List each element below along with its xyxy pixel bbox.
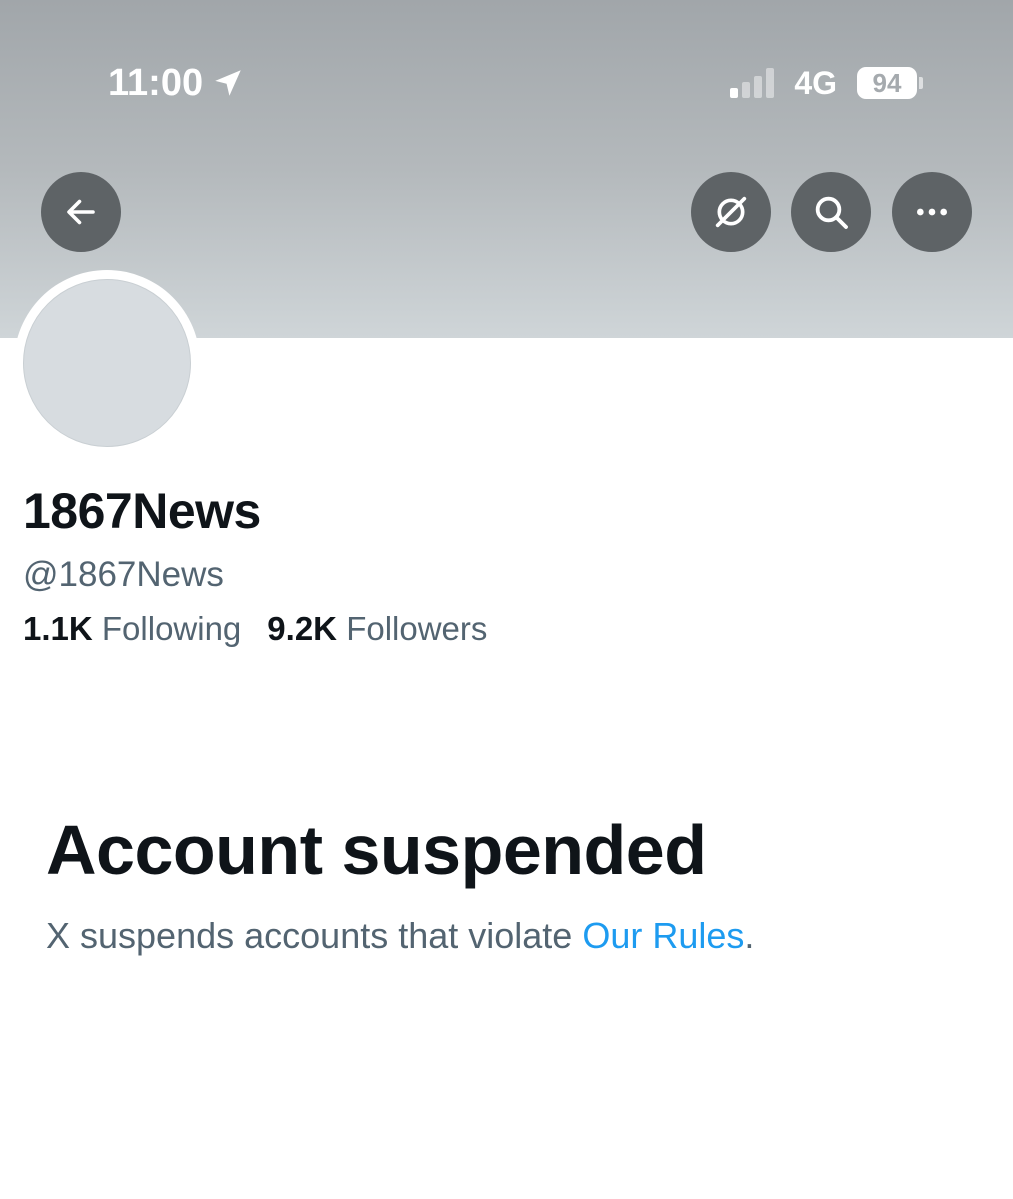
location-arrow-icon	[215, 70, 241, 96]
status-bar-indicators: 4G 94	[730, 60, 923, 106]
following-count: 1.1K	[23, 610, 93, 647]
followers-count: 9.2K	[267, 610, 338, 647]
follow-counts: 1.1K Following 9.2K Followers	[23, 610, 487, 648]
search-icon	[815, 196, 848, 229]
display-name: 1867News	[23, 483, 261, 539]
status-bar-time: 11:00	[108, 60, 245, 106]
network-type: 4G	[794, 64, 837, 101]
search-button[interactable]	[791, 172, 871, 252]
grok-button[interactable]	[691, 172, 771, 252]
followers-link[interactable]: 9.2K Followers	[267, 610, 487, 648]
suspended-title: Account suspended	[46, 811, 707, 889]
grok-icon	[715, 196, 747, 228]
clock-text: 11:00	[108, 62, 204, 104]
avatar[interactable]	[23, 279, 191, 447]
description-text: X suspends accounts that violate	[46, 915, 583, 956]
followers-label: Followers	[346, 610, 488, 647]
back-button[interactable]	[41, 172, 121, 252]
more-horizontal-icon	[917, 208, 947, 216]
battery-icon: 94	[857, 67, 923, 99]
description-period: .	[744, 915, 755, 956]
more-button[interactable]	[892, 172, 972, 252]
user-handle: @1867News	[23, 555, 224, 594]
cellular-signal-icon	[730, 68, 775, 98]
suspended-description: X suspends accounts that violate Our Rul…	[46, 915, 754, 957]
following-link[interactable]: 1.1K Following	[23, 610, 241, 648]
our-rules-link[interactable]: Our Rules	[582, 915, 744, 956]
following-label: Following	[101, 610, 242, 647]
arrow-left-icon	[67, 199, 95, 225]
battery-level: 94	[857, 67, 917, 99]
